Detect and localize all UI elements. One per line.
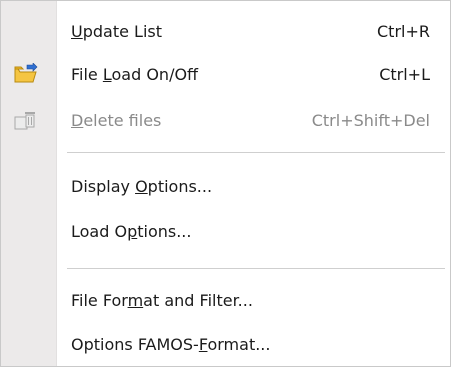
menu-item-display-options[interactable]: Display Options... — [1, 168, 450, 204]
menu-item-label: File Format and Filter... — [71, 290, 253, 310]
menu-item-options-famos-format[interactable]: Options FAMOS-Format... — [1, 326, 450, 362]
menu-item-label: Update List — [71, 21, 163, 41]
context-menu: Update List Ctrl+R File Load On/Off Ctrl… — [0, 0, 451, 367]
menu-item-delete-files[interactable]: Delete files Ctrl+Shift+Del — [1, 102, 450, 138]
menu-item-shortcut: Ctrl+L — [379, 64, 430, 84]
menu-item-shortcut: Ctrl+R — [377, 21, 430, 41]
folder-load-icon — [13, 62, 39, 85]
menu-item-load-options[interactable]: Load Options... — [1, 213, 450, 249]
menu-item-label: Options FAMOS-Format... — [71, 334, 271, 354]
menu-item-label: File Load On/Off — [71, 64, 199, 84]
delete-files-icon — [13, 109, 39, 131]
menu-item-label: Display Options... — [71, 176, 213, 196]
menu-separator — [67, 152, 445, 154]
menu-separator — [67, 268, 445, 270]
menu-item-label: Load Options... — [71, 221, 192, 241]
menu-item-file-format-filter[interactable]: File Format and Filter... — [1, 282, 450, 318]
menu-item-shortcut: Ctrl+Shift+Del — [311, 110, 430, 130]
menu-item-label: Delete files — [71, 110, 162, 130]
menu-item-file-load[interactable]: File Load On/Off Ctrl+L — [1, 56, 450, 92]
menu-item-update-list[interactable]: Update List Ctrl+R — [1, 13, 450, 49]
